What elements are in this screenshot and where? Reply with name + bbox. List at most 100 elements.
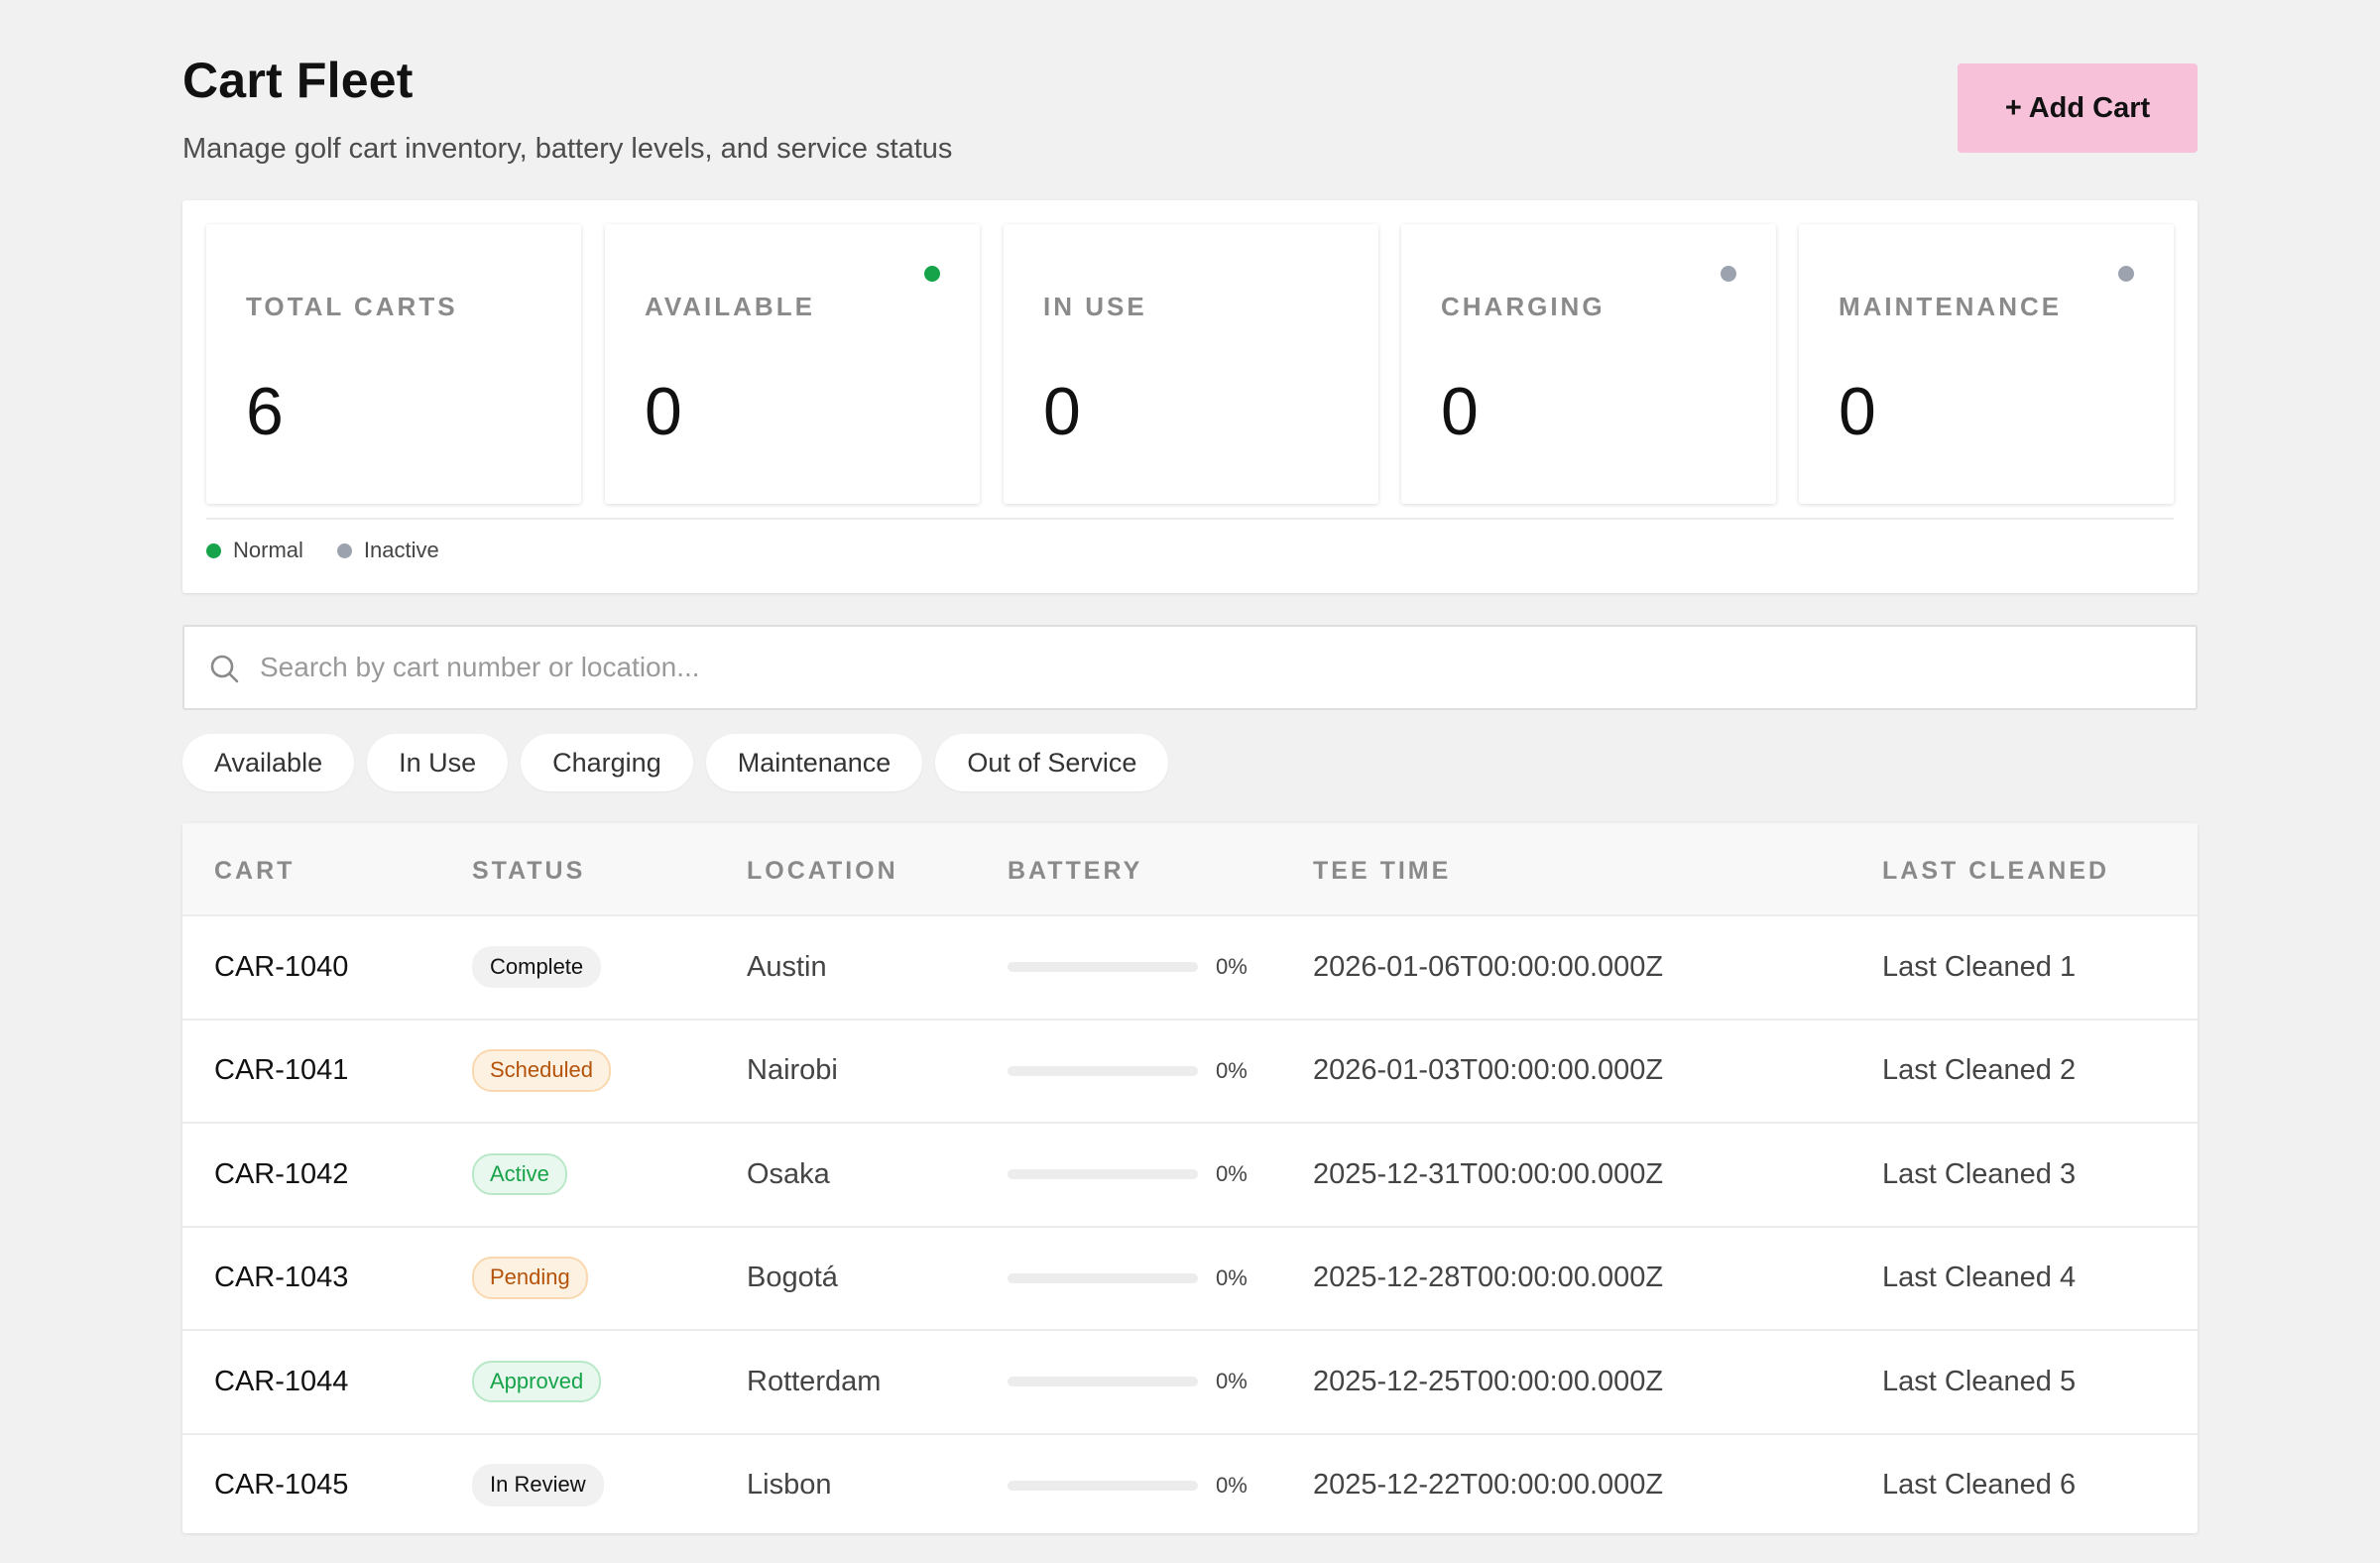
filter-chip-available[interactable]: Available xyxy=(182,734,355,791)
last-cleaned-cell: Last Cleaned 6 xyxy=(1882,1469,2077,1501)
location-cell: Osaka xyxy=(747,1157,830,1190)
status-cell: Scheduled xyxy=(472,1021,611,1122)
tee-time-cell: 2025-12-22T00:00:00.000Z xyxy=(1313,1469,1664,1501)
last-cleaned-cell: Last Cleaned 1 xyxy=(1882,950,2077,983)
stat-card-in-use: IN USE 0 xyxy=(1004,224,1378,504)
add-cart-button[interactable]: + Add Cart xyxy=(1958,63,2198,153)
status-dot-icon xyxy=(1721,266,1736,282)
cart-number: CAR-1040 xyxy=(214,950,349,983)
status-badge: Complete xyxy=(472,945,602,989)
column-header-tee-time[interactable]: TEE TIME xyxy=(1313,857,1451,886)
battery-percent: 0% xyxy=(1216,1161,1248,1186)
battery-bar xyxy=(1008,1272,1198,1283)
search-box xyxy=(182,625,2198,710)
last-cleaned-cell: Last Cleaned 2 xyxy=(1882,1054,2077,1086)
stats-divider xyxy=(206,518,2174,520)
status-badge: In Review xyxy=(472,1464,604,1506)
cart-number: CAR-1045 xyxy=(214,1469,349,1501)
table-row[interactable]: CAR-1042 Active Osaka 0% 2025-12-31T00:00:00… xyxy=(182,1122,2198,1225)
status-cell: Pending xyxy=(472,1228,588,1329)
cart-number: CAR-1042 xyxy=(214,1157,349,1190)
tee-time-cell: 2026-01-06T00:00:00.000Z xyxy=(1313,950,1664,983)
table-row[interactable]: CAR-1041 Scheduled Nairobi 0% 2026-01-03T00:… xyxy=(182,1018,2198,1122)
last-cleaned-cell: Last Cleaned 5 xyxy=(1882,1365,2077,1397)
battery-percent: 0% xyxy=(1216,1264,1248,1290)
battery-cell: 0% xyxy=(1008,1435,1248,1534)
legend-label: Normal xyxy=(233,538,303,562)
stat-label: CHARGING xyxy=(1441,292,1606,321)
battery-percent: 0% xyxy=(1216,954,1248,979)
battery-percent: 0% xyxy=(1216,1057,1248,1083)
search-input[interactable] xyxy=(260,627,2144,708)
column-header-status[interactable]: STATUS xyxy=(472,857,585,886)
cart-fleet-page: Cart Fleet Manage golf cart inventory, b… xyxy=(182,0,2198,1533)
cart-table: CART STATUS LOCATION BATTERY TEE TIME LA… xyxy=(182,823,2198,1533)
status-filters: Available In Use Charging Maintenance Ou… xyxy=(182,734,1181,791)
table-row[interactable]: CAR-1043 Pending Bogotá 0% 2025-12-28T00:00:… xyxy=(182,1225,2198,1329)
column-header-location[interactable]: LOCATION xyxy=(747,857,898,886)
stat-value: 0 xyxy=(1043,374,1081,449)
stat-value: 0 xyxy=(645,374,682,449)
status-dot-icon xyxy=(2118,266,2134,282)
stat-value: 0 xyxy=(1839,374,1876,449)
battery-cell: 0% xyxy=(1008,1331,1248,1432)
table-row[interactable]: CAR-1044 Approved Rotterdam 0% 2025-12-25T00… xyxy=(182,1329,2198,1432)
location-cell: Nairobi xyxy=(747,1054,838,1086)
stat-card-maintenance: MAINTENANCE 0 xyxy=(1799,224,2174,504)
battery-cell: 0% xyxy=(1008,1124,1248,1225)
cart-number: CAR-1044 xyxy=(214,1365,349,1397)
column-header-cart[interactable]: CART xyxy=(214,857,295,886)
legend-item-normal: Normal xyxy=(206,538,303,563)
tee-time-cell: 2025-12-25T00:00:00.000Z xyxy=(1313,1365,1664,1397)
legend-dot-icon xyxy=(336,542,352,558)
stat-value: 6 xyxy=(246,374,284,449)
tee-time-cell: 2025-12-31T00:00:00.000Z xyxy=(1313,1157,1664,1190)
status-cell: Approved xyxy=(472,1331,602,1432)
battery-cell: 0% xyxy=(1008,916,1248,1018)
legend-label: Inactive xyxy=(363,538,439,562)
stat-label: AVAILABLE xyxy=(645,292,815,321)
battery-bar xyxy=(1008,1065,1198,1076)
stat-label: TOTAL CARTS xyxy=(246,292,458,321)
column-header-battery[interactable]: BATTERY xyxy=(1008,857,1142,886)
stat-label: MAINTENANCE xyxy=(1839,292,2063,321)
status-badge: Pending xyxy=(472,1257,588,1299)
status-badge: Approved xyxy=(472,1360,602,1403)
table-header: CART STATUS LOCATION BATTERY TEE TIME LA… xyxy=(182,823,2198,914)
status-dot-icon xyxy=(924,266,940,282)
battery-percent: 0% xyxy=(1216,1369,1248,1393)
stat-card-available: AVAILABLE 0 xyxy=(605,224,980,504)
page-header: Cart Fleet Manage golf cart inventory, b… xyxy=(182,0,2198,198)
stats-panel: TOTAL CARTS 6 AVAILABLE 0 IN USE 0 CHARG… xyxy=(182,200,2198,593)
battery-bar xyxy=(1008,1377,1198,1386)
legend-item-inactive: Inactive xyxy=(336,538,439,563)
last-cleaned-cell: Last Cleaned 4 xyxy=(1882,1262,2077,1293)
cart-number: CAR-1041 xyxy=(214,1054,349,1086)
table-row[interactable]: CAR-1045 In Review Lisbon 0% 2025-12-22T00:0… xyxy=(182,1432,2198,1534)
status-cell: In Review xyxy=(472,1435,604,1534)
status-badge: Scheduled xyxy=(472,1049,611,1092)
status-cell: Active xyxy=(472,1124,567,1225)
battery-bar xyxy=(1008,1480,1198,1491)
location-cell: Bogotá xyxy=(747,1262,838,1293)
battery-percent: 0% xyxy=(1216,1472,1248,1498)
page-subtitle: Manage golf cart inventory, battery leve… xyxy=(182,133,953,165)
battery-cell: 0% xyxy=(1008,1021,1248,1122)
table-row[interactable]: CAR-1040 Complete Austin 0% 2026-01-06T00:00… xyxy=(182,914,2198,1018)
search-icon xyxy=(210,655,239,683)
last-cleaned-cell: Last Cleaned 3 xyxy=(1882,1157,2077,1190)
column-header-last-cleaned[interactable]: LAST CLEANED xyxy=(1882,857,2109,886)
battery-bar xyxy=(1008,962,1198,972)
status-badge: Active xyxy=(472,1152,567,1196)
filter-chip-out-of-service[interactable]: Out of Service xyxy=(935,734,1169,791)
legend-dot-icon xyxy=(206,542,221,558)
filter-chip-charging[interactable]: Charging xyxy=(521,734,693,791)
filter-chip-in-use[interactable]: In Use xyxy=(367,734,509,791)
stat-card-charging: CHARGING 0 xyxy=(1401,224,1776,504)
tee-time-cell: 2026-01-03T00:00:00.000Z xyxy=(1313,1054,1664,1086)
battery-cell: 0% xyxy=(1008,1228,1248,1329)
stats-legend: Normal Inactive xyxy=(206,538,473,563)
filter-chip-maintenance[interactable]: Maintenance xyxy=(705,734,923,791)
battery-bar xyxy=(1008,1169,1198,1179)
cart-number: CAR-1043 xyxy=(214,1262,349,1293)
